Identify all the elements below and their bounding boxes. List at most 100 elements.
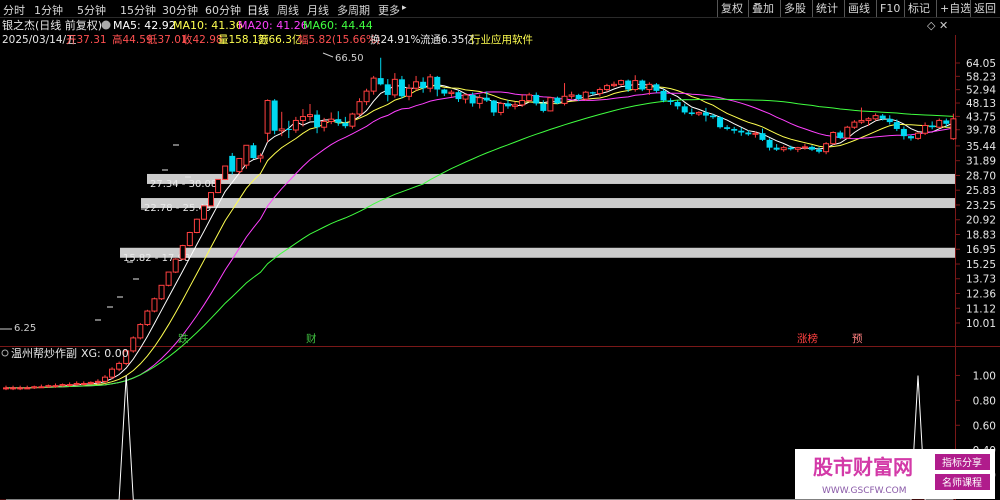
indicator-settings-icon[interactable] [1, 349, 9, 357]
candle [172, 258, 179, 274]
candle [10, 385, 17, 391]
candle [229, 152, 236, 175]
candle [759, 128, 766, 142]
chart-area[interactable]: 银之杰(日线 前复权) MA5: 42.92 MA10: 41.36 MA20:… [0, 17, 1000, 500]
candle-body [929, 125, 936, 128]
quote-info-line: 2025/03/14/五开37.31 高44.59低37.01收42.98量158… [2, 33, 533, 46]
tab-60min[interactable]: 60分钟 [205, 2, 241, 18]
candle [17, 385, 24, 391]
candle [413, 75, 420, 91]
candle [285, 120, 292, 138]
candle-body [215, 178, 222, 194]
candle-body [186, 231, 193, 247]
candle [377, 57, 384, 86]
settings-icon[interactable] [101, 20, 111, 30]
mark-button[interactable]: 标记 [904, 0, 933, 17]
tab-daily[interactable]: 日线 [247, 2, 269, 18]
candle-body [660, 90, 667, 101]
candle-body [625, 80, 632, 90]
ma20-legend: MA20: 41.26 [238, 19, 308, 32]
event-tag[interactable]: 财 [306, 332, 317, 345]
candle-body [45, 385, 52, 388]
candle [561, 83, 568, 106]
restore-rights-button[interactable]: 复权 [717, 0, 746, 17]
tab-1min[interactable]: 1分钟 [34, 2, 63, 18]
candle-body [731, 128, 738, 131]
indicator-axis-label: 0.80 [973, 395, 996, 407]
candle [370, 75, 377, 95]
candle-body [462, 94, 469, 100]
candle-body [936, 119, 943, 128]
candle-body [717, 117, 724, 128]
candle-body [193, 218, 200, 233]
candle-body [469, 94, 476, 104]
candle-body [441, 89, 448, 94]
indicator-title: 温州帮炒作副 [11, 347, 77, 360]
add-watchlist-button[interactable]: +自选 [936, 0, 974, 17]
event-tag[interactable]: 跌 [178, 332, 189, 345]
candle [243, 144, 250, 169]
candle [519, 94, 526, 107]
candle-body [427, 76, 434, 89]
candle [434, 75, 441, 97]
candle [31, 385, 38, 389]
candle [929, 121, 936, 130]
back-button[interactable]: 返回 [970, 0, 999, 17]
support-zone-band [147, 173, 955, 184]
candle-body [886, 118, 893, 123]
candle [674, 100, 681, 110]
candle-body [349, 113, 356, 127]
tab-timeshare[interactable]: 分时 [3, 2, 25, 18]
support-zone-band [141, 198, 955, 209]
candle-body [667, 100, 674, 102]
candle-body [87, 381, 94, 384]
candle-body [285, 128, 292, 131]
candle [420, 77, 427, 93]
candle [215, 178, 222, 194]
candle-body [38, 386, 45, 389]
candle [130, 336, 137, 353]
candle-body [893, 122, 900, 129]
tab-weekly[interactable]: 周线 [277, 2, 299, 18]
quote-info-item: 额66.3亿 [258, 33, 302, 46]
low-price-label: 6.25 [14, 323, 36, 334]
candle-body [278, 128, 285, 132]
candle-body [328, 118, 335, 122]
event-tag[interactable]: 预 [852, 333, 863, 345]
candle [766, 138, 773, 151]
candle-body [780, 147, 787, 151]
candle [264, 99, 271, 143]
multi-stock-button[interactable]: 多股 [780, 0, 809, 17]
overlay-button[interactable]: 叠加 [748, 0, 777, 17]
tab-monthly[interactable]: 月线 [307, 2, 329, 18]
statistics-button[interactable]: 统计 [812, 0, 841, 17]
candle [872, 113, 879, 121]
f10-button[interactable]: F10 [876, 0, 903, 17]
candle-body [208, 192, 215, 207]
tab-5min[interactable]: 5分钟 [77, 2, 106, 18]
event-tag[interactable]: 涨榜 [797, 332, 818, 345]
candle [504, 99, 511, 109]
candle [582, 90, 589, 101]
candle [349, 112, 356, 129]
window-controls[interactable]: ◇ ✕ [927, 19, 948, 32]
candle [830, 131, 837, 145]
candle [858, 107, 865, 124]
candle-body [759, 133, 766, 140]
candle-body [271, 100, 278, 131]
tab-30min[interactable]: 30分钟 [162, 2, 198, 18]
candle-body [490, 100, 497, 113]
candle-body [476, 97, 483, 104]
candle-body [724, 127, 731, 129]
candle-body [158, 284, 165, 300]
tab-more[interactable]: 更多 [378, 2, 400, 18]
tab-15min[interactable]: 15分钟 [120, 2, 156, 18]
candle [611, 81, 618, 88]
candle-body [752, 132, 759, 135]
candle [773, 144, 780, 151]
draw-line-button[interactable]: 画线 [844, 0, 873, 17]
tab-multi-period[interactable]: 多周期 [337, 2, 370, 18]
candle-body [879, 115, 886, 119]
candle-body [596, 89, 603, 95]
candle-body [922, 124, 929, 134]
